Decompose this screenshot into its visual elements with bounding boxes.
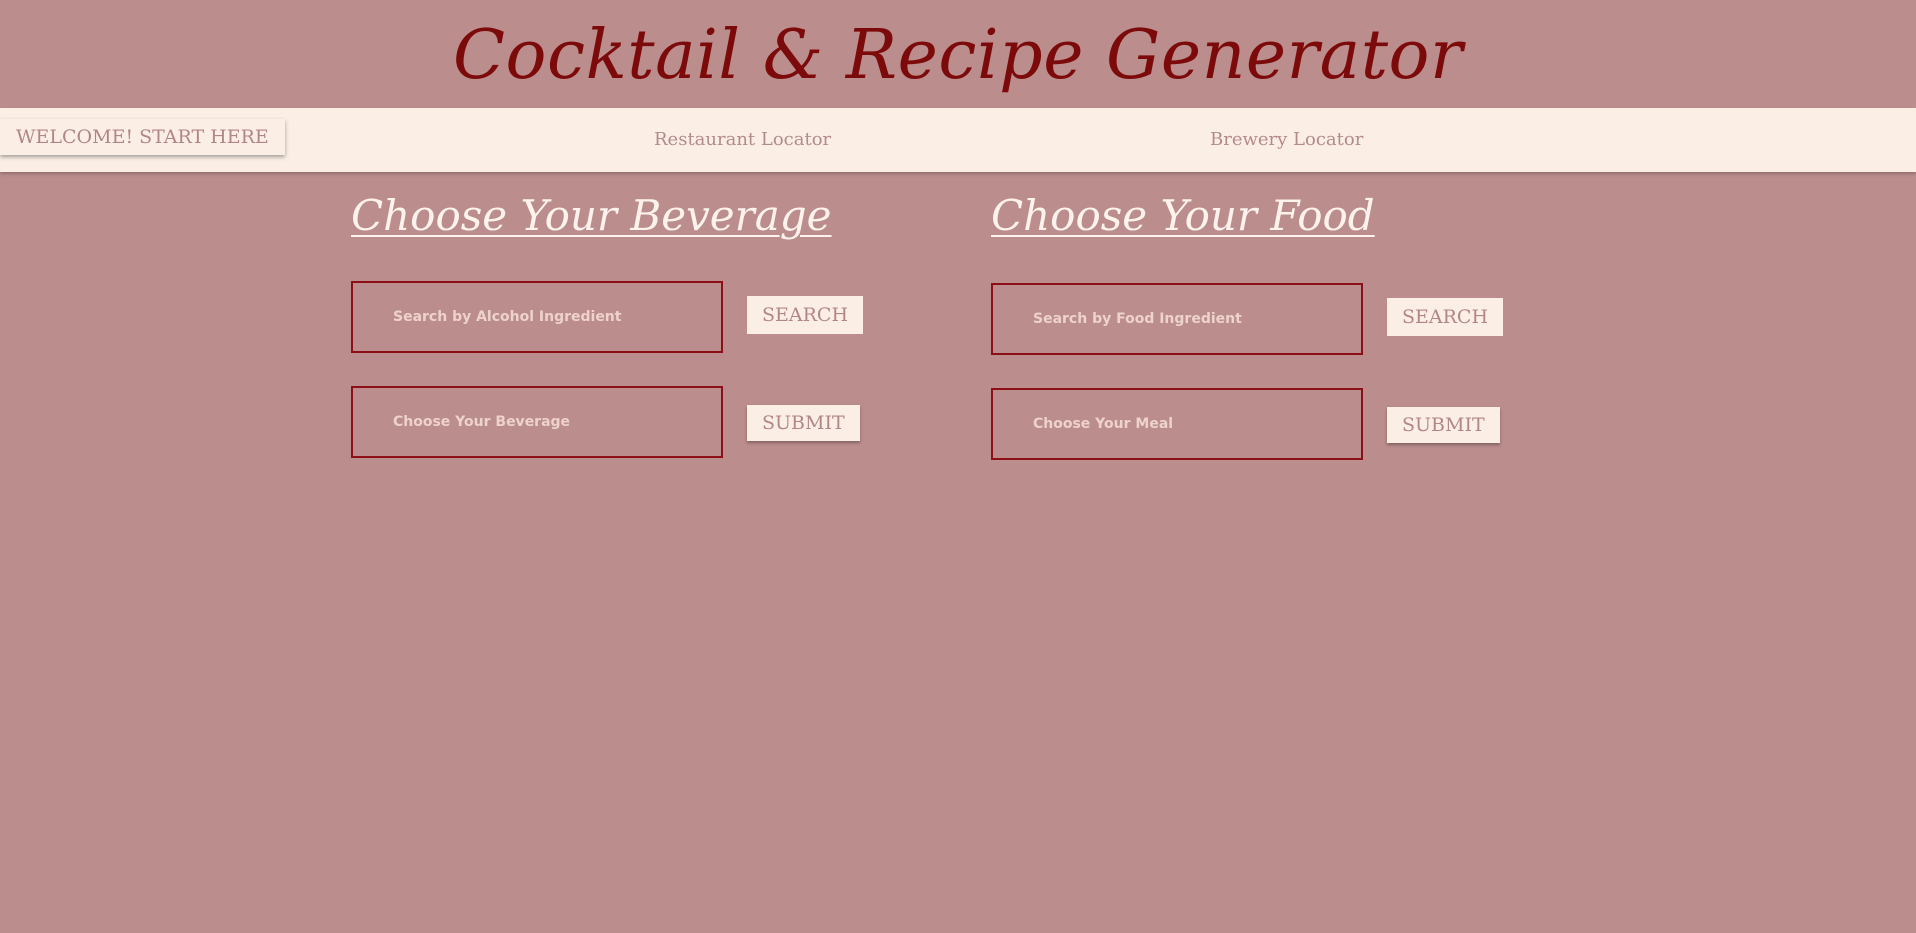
beverage-panel: Choose Your Beverage SEARCH SUBMIT [351, 186, 911, 458]
restaurant-locator-link[interactable]: Restaurant Locator [654, 128, 831, 152]
food-search-button[interactable]: SEARCH [1387, 298, 1504, 336]
choose-meal-input[interactable] [991, 388, 1363, 460]
navbar: WELCOME! START HERE Restaurant Locator B… [0, 108, 1916, 172]
beverage-submit-button[interactable]: SUBMIT [747, 405, 860, 441]
alcohol-ingredient-search-input[interactable] [351, 281, 723, 353]
alcohol-search-button[interactable]: SEARCH [747, 296, 864, 334]
beverage-choose-row: SUBMIT [351, 386, 911, 458]
choose-beverage-input[interactable] [351, 386, 723, 458]
welcome-start-button[interactable]: WELCOME! START HERE [0, 119, 285, 155]
alcohol-search-row: SEARCH [351, 281, 911, 353]
food-heading: Choose Your Food [991, 191, 1375, 240]
site-title: Cocktail & Recipe Generator [453, 16, 1463, 95]
food-ingredient-search-input[interactable] [991, 283, 1363, 355]
brewery-locator-link[interactable]: Brewery Locator [1210, 128, 1363, 152]
meal-submit-button[interactable]: SUBMIT [1387, 407, 1500, 443]
food-panel: Choose Your Food SEARCH SUBMIT [991, 186, 1551, 460]
food-search-row: SEARCH [991, 283, 1551, 355]
beverage-heading: Choose Your Beverage [351, 191, 832, 240]
meal-choose-row: SUBMIT [991, 388, 1551, 460]
